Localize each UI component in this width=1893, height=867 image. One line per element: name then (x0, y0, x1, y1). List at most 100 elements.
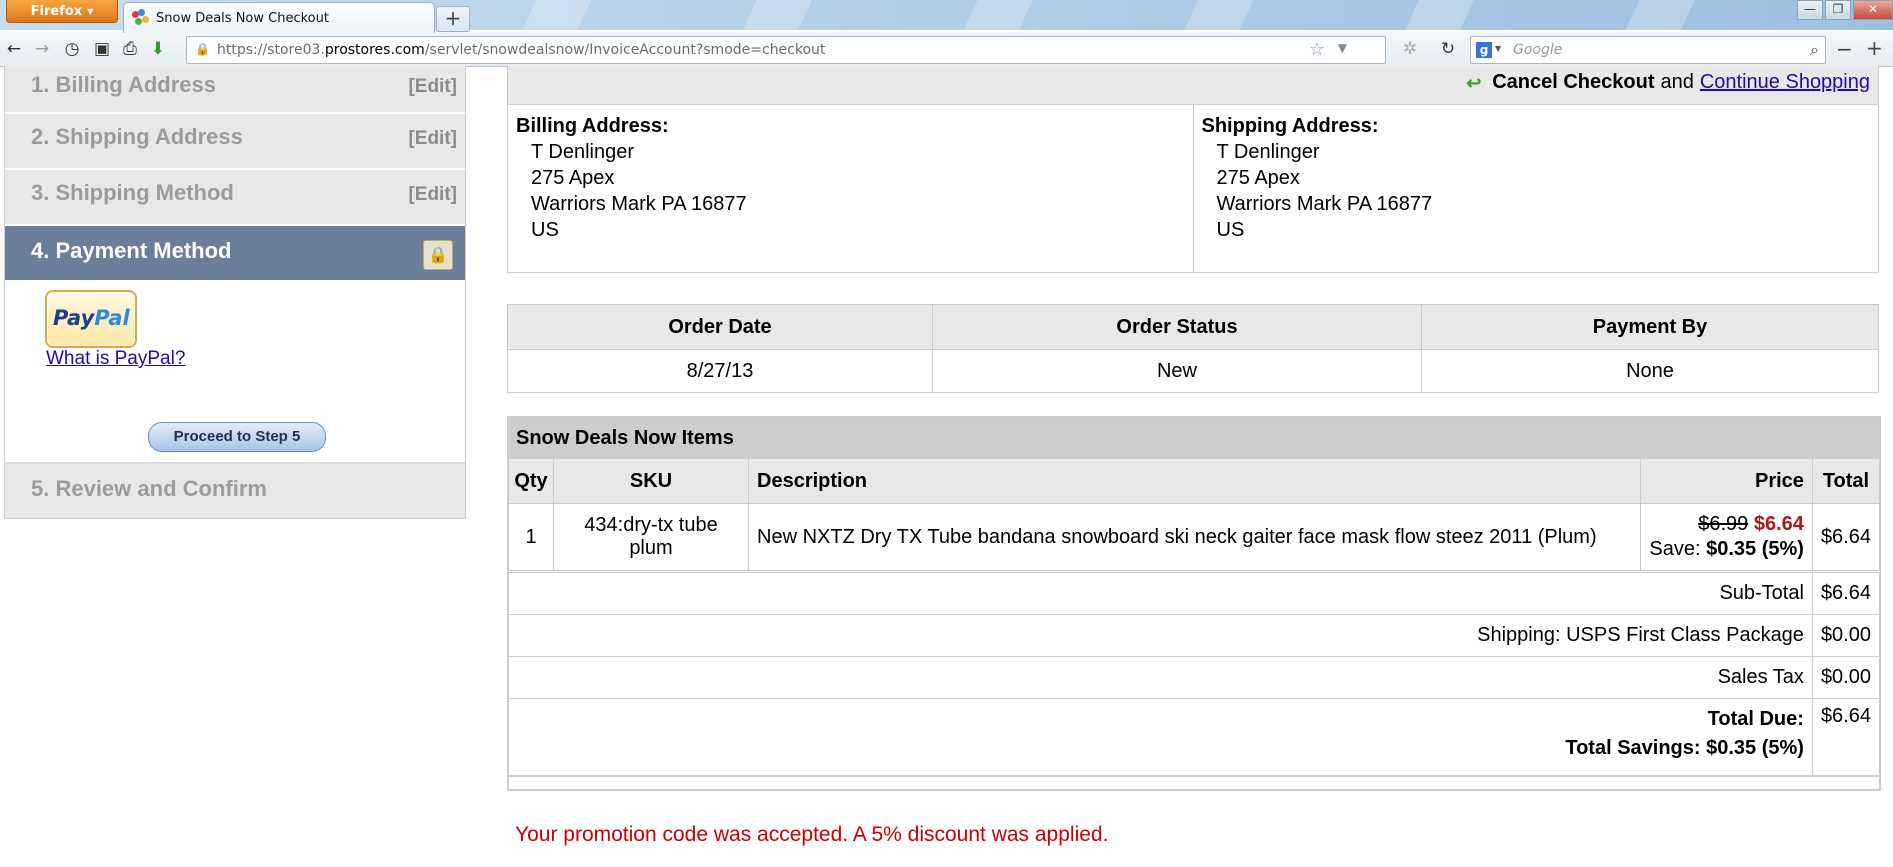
return-arrow-icon[interactable]: ↩ (1466, 73, 1486, 93)
total-due-cell: Total Due: Total Savings: $0.35 (5%) (508, 698, 1813, 777)
table-row: 1 434:dry-tx tube plum New NXTZ Dry TX T… (508, 503, 1881, 572)
step-shipping-address[interactable]: 2. Shipping Address [Edit] (5, 114, 465, 170)
new-tab-button[interactable]: + (436, 6, 470, 32)
shipping-label: Shipping: USPS First Class Package (508, 614, 1813, 657)
invoice-main: ↩ Cancel Checkout and Continue Shopping … (507, 66, 1881, 846)
payment-panel: PayPal What is PayPal? Proceed to Step 5 (5, 280, 465, 464)
payment-by-header: Payment By (1421, 304, 1879, 350)
zoom-in-icon[interactable]: + (1866, 36, 1883, 60)
step-label: 1. Billing Address (31, 72, 217, 97)
shipping-street: 275 Apex (1216, 167, 1300, 189)
firefox-menu-button[interactable]: Firefox ▼ (6, 0, 118, 23)
address-panel: Billing Address: T Denlinger 275 Apex Wa… (507, 105, 1879, 273)
restore-button[interactable]: ❐ (1825, 0, 1851, 20)
step-shipping-method[interactable]: 3. Shipping Method [Edit] (5, 170, 465, 226)
order-status-value: New (932, 349, 1422, 393)
navigation-toolbar: ← → ◷ ▣ ⎙ ⬇ 🔒 https://store03.prostores.… (0, 32, 1893, 67)
engine-dropdown-icon[interactable]: ▼ (1495, 44, 1501, 53)
edit-shipping-method-link[interactable]: [Edit] (408, 184, 457, 206)
firefox-menu-label: Firefox (30, 3, 83, 19)
items-section-title: Snow Deals Now Items (508, 417, 1880, 459)
step-payment-method: 4. Payment Method 🔒 (5, 226, 465, 280)
history-clock-icon[interactable]: ◷ (62, 39, 82, 59)
item-description: New NXTZ Dry TX Tube bandana snowboard s… (748, 503, 1641, 572)
window-controls: — ❐ ✕ (1795, 0, 1893, 20)
subtotal-value: $6.64 (1811, 570, 1881, 615)
step-billing-address[interactable]: 1. Billing Address [Edit] (5, 66, 465, 114)
billing-address-block: Billing Address: T Denlinger 275 Apex Wa… (508, 105, 1193, 272)
shipping-row: Shipping: USPS First Class Package $0.00 (508, 614, 1881, 657)
edit-billing-link[interactable]: [Edit] (408, 76, 457, 98)
spacer-row (508, 775, 1880, 790)
sync-icon[interactable]: ✲ (1400, 39, 1420, 59)
back-arrow-icon[interactable]: ← (4, 39, 24, 59)
reload-icon[interactable]: ↻ (1438, 39, 1458, 59)
print-icon[interactable]: ⎙ (120, 39, 140, 59)
order-date-value: 8/27/13 (507, 349, 933, 393)
checkout-steps-sidebar: 1. Billing Address [Edit] 2. Shipping Ad… (4, 66, 466, 519)
shipping-address-title: Shipping Address: (1201, 115, 1379, 137)
proceed-to-step5-button[interactable]: Proceed to Step 5 (148, 422, 326, 452)
shipping-address-block: Shipping Address: T Denlinger 275 Apex W… (1192, 105, 1879, 272)
search-icon[interactable]: ⌕ (1810, 40, 1819, 60)
url-dropdown-icon[interactable]: ▼ (1338, 41, 1347, 55)
items-section: Snow Deals Now Items Qty SKU Description… (507, 416, 1881, 791)
bookmark-star-icon[interactable]: ☆ (1309, 39, 1325, 60)
item-sku: 434:dry-tx tube plum (553, 503, 749, 572)
tax-value: $0.00 (1811, 656, 1881, 699)
billing-name: T Denlinger (531, 141, 635, 163)
shipping-city: Warriors Mark PA 16877 (1216, 193, 1433, 215)
order-info-table: Order Date Order Status Payment By 8/27/… (507, 304, 1879, 393)
bookmarks-icon[interactable]: ▣ (92, 39, 112, 59)
step-label: 2. Shipping Address (31, 124, 243, 149)
description-header: Description (748, 459, 1641, 504)
shipping-value: $0.00 (1811, 614, 1881, 657)
item-save-value: $0.35 (5%) (1706, 538, 1804, 560)
tab-title: Snow Deals Now Checkout (156, 10, 329, 26)
total-due-label: Total Due: (1707, 708, 1804, 730)
item-save-label: Save: (1649, 538, 1701, 560)
sku-header: SKU (553, 459, 749, 504)
and-text: and (1660, 71, 1694, 93)
search-placeholder: Google (1513, 42, 1563, 58)
forward-arrow-icon[interactable]: → (32, 39, 52, 59)
lock-icon: 🔒 (195, 42, 210, 56)
url-bar[interactable]: 🔒 https://store03.prostores.com/servlet/… (186, 36, 1386, 64)
total-due-value: $6.64 (1811, 698, 1881, 777)
paypal-button[interactable]: PayPal (45, 290, 137, 348)
close-window-button[interactable]: ✕ (1853, 0, 1893, 20)
subtotal-label: Sub-Total (508, 570, 1813, 615)
step-label: 3. Shipping Method (31, 180, 234, 205)
payment-by-value: None (1421, 349, 1879, 393)
step-label: 4. Payment Method (31, 238, 232, 263)
edit-shipping-address-link[interactable]: [Edit] (408, 128, 457, 150)
padlock-icon: 🔒 (423, 240, 453, 270)
shipping-country: US (1216, 219, 1245, 241)
item-qty: 1 (508, 503, 554, 572)
total-due-row: Total Due: Total Savings: $0.35 (5%) $6.… (508, 698, 1881, 777)
item-total: $6.64 (1811, 503, 1881, 572)
window-titlebar: Firefox ▼ Snow Deals Now Checkout + — ❐ … (0, 0, 1893, 33)
browser-tab[interactable]: Snow Deals Now Checkout (123, 2, 435, 33)
total-header: Total (1811, 459, 1881, 504)
zoom-out-icon[interactable]: − (1836, 37, 1853, 61)
cancel-checkout-bar: ↩ Cancel Checkout and Continue Shopping (507, 66, 1879, 105)
site-favicon-icon (132, 9, 150, 27)
billing-street: 275 Apex (531, 167, 615, 189)
search-bar[interactable]: g ▼ Google ⌕ (1470, 36, 1826, 64)
minimize-button[interactable]: — (1797, 0, 1823, 20)
qty-header: Qty (508, 459, 554, 504)
google-engine-icon[interactable]: g (1476, 42, 1492, 58)
cancel-checkout-link[interactable]: Cancel Checkout (1492, 71, 1654, 94)
spacer-cell (508, 775, 1880, 790)
what-is-paypal-link[interactable]: What is PayPal? (46, 348, 185, 370)
step-label: 5. Review and Confirm (31, 476, 267, 501)
paypal-logo-text: PayPal (53, 306, 130, 330)
shipping-name: T Denlinger (1216, 141, 1320, 163)
promo-message: Your promotion code was accepted. A 5% d… (515, 823, 1109, 846)
continue-shopping-link[interactable]: Continue Shopping (1700, 71, 1870, 94)
billing-city: Warriors Mark PA 16877 (531, 193, 747, 215)
download-arrow-icon[interactable]: ⬇ (148, 39, 168, 59)
tax-label: Sales Tax (508, 656, 1813, 699)
item-sale-price: $6.64 (1753, 513, 1804, 535)
